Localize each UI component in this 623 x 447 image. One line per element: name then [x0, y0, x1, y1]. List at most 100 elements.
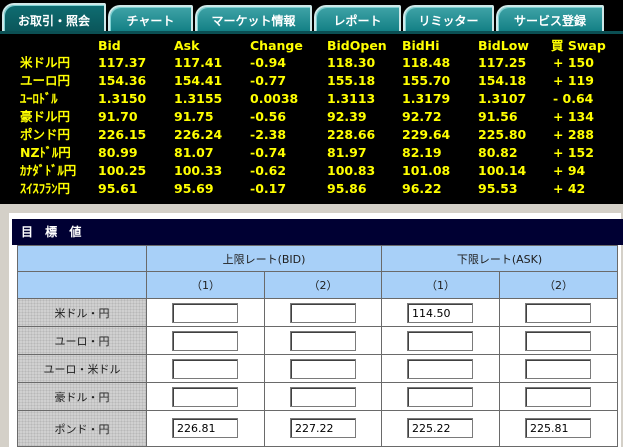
usdjpy-upper-1-input[interactable]	[172, 303, 238, 323]
eurjpy-upper-2-input[interactable]	[290, 331, 356, 351]
rate-bidhi: 96.22	[402, 181, 442, 196]
tab-report[interactable]: レポート	[314, 5, 401, 32]
rate-bidopen: 92.39	[327, 109, 367, 124]
rate-row-cadjpy[interactable]: ｶﾅﾀﾞﾄﾞﾙ円 100.25 100.33 -0.62 100.83 101.…	[0, 162, 623, 180]
col-header-change: Change	[250, 38, 303, 53]
audjpy-upper-2-input[interactable]	[290, 387, 356, 407]
col-header-bid: Bid	[98, 38, 121, 53]
target-pair-usdjpy: 米ドル・円	[17, 298, 147, 327]
rate-row-nzdjpy[interactable]: NZﾄﾞﾙ円 80.99 81.07 -0.74 81.97 82.19 80.…	[0, 144, 623, 162]
rate-bid: 226.15	[98, 127, 147, 142]
rate-bidhi: 155.70	[402, 73, 451, 88]
rate-bidopen: 100.83	[327, 163, 376, 178]
target-pair-audjpy: 豪ドル・円	[17, 382, 147, 411]
rate-swap: + 288	[553, 127, 594, 142]
rate-bidopen: 81.97	[327, 145, 367, 160]
target-title-bar: 目 標 値	[12, 219, 623, 245]
rate-bidhi: 118.48	[402, 55, 451, 70]
rate-swap: + 152	[553, 145, 594, 160]
rate-bid: 91.70	[98, 109, 138, 124]
usdjpy-upper-2-input[interactable]	[290, 303, 356, 323]
audjpy-lower-2-input[interactable]	[525, 387, 591, 407]
rate-pair: ｽｲｽﾌﾗﾝ円	[20, 181, 71, 196]
usdjpy-lower-2-input[interactable]	[525, 303, 591, 323]
col-header-swap: 買 Swap	[551, 38, 606, 53]
col-header-bidhi: BidHi	[402, 38, 440, 53]
audjpy-upper-1-input[interactable]	[172, 387, 238, 407]
eurjpy-upper-1-input[interactable]	[172, 331, 238, 351]
rate-row-eurusd[interactable]: ﾕｰﾛﾄﾞﾙ 1.3150 1.3155 0.0038 1.3113 1.317…	[0, 90, 623, 108]
rate-bidopen: 155.18	[327, 73, 376, 88]
col-header-bidlow: BidLow	[478, 38, 529, 53]
rate-swap: - 0.64	[553, 91, 594, 106]
tab-bar: お取引・照会 チャート マーケット情報 レポート リミッター サービス登録	[0, 0, 623, 34]
rate-bid: 95.61	[98, 181, 138, 196]
gbpjpy-upper-1-input[interactable]	[172, 418, 238, 438]
usdjpy-lower-1-input[interactable]	[407, 303, 473, 323]
eurjpy-lower-1-input[interactable]	[407, 331, 473, 351]
eurusd-upper-1-input[interactable]	[172, 359, 238, 379]
rate-change: -0.62	[250, 163, 287, 178]
rate-ask: 1.3155	[174, 91, 223, 106]
rate-bidhi: 92.72	[402, 109, 442, 124]
eurusd-lower-2-input[interactable]	[525, 359, 591, 379]
rate-ask: 100.33	[174, 163, 223, 178]
rate-pair: ユーロ円	[20, 73, 71, 88]
gbpjpy-lower-2-input[interactable]	[525, 418, 591, 438]
rate-ask: 154.41	[174, 73, 223, 88]
rate-swap: + 42	[553, 181, 586, 196]
rate-bidlow: 1.3107	[478, 91, 527, 106]
rate-pair: ポンド円	[20, 127, 71, 142]
rate-bidopen: 228.66	[327, 127, 376, 142]
lower-rate-header: 下限レート(ASK)	[381, 245, 618, 272]
target-pair-eurjpy: ユーロ・円	[17, 326, 147, 355]
rate-header-row: Bid Ask Change BidOpen BidHi BidLow 買 Sw…	[0, 37, 623, 55]
tab-trading[interactable]: お取引・照会	[2, 3, 106, 34]
lower-sub-header-2: （2）	[499, 271, 618, 299]
rate-change: -0.56	[250, 109, 287, 124]
rate-change: -0.17	[250, 181, 287, 196]
target-pair-gbpjpy: ポンド・円	[17, 410, 147, 447]
rate-bid: 1.3150	[98, 91, 147, 106]
rate-bidlow: 117.25	[478, 55, 527, 70]
tab-limiter[interactable]: リミッター	[403, 5, 494, 32]
rate-pair: 豪ドル円	[20, 109, 71, 124]
col-header-ask: Ask	[174, 38, 200, 53]
rate-bid: 80.99	[98, 145, 138, 160]
rate-row-usdjpy[interactable]: 米ドル円 117.37 117.41 -0.94 118.30 118.48 1…	[0, 54, 623, 72]
rate-pair: NZﾄﾞﾙ円	[20, 145, 71, 160]
audjpy-lower-1-input[interactable]	[407, 387, 473, 407]
gbpjpy-upper-2-input[interactable]	[290, 418, 356, 438]
gbpjpy-lower-1-input[interactable]	[407, 418, 473, 438]
rate-bid: 117.37	[98, 55, 147, 70]
rate-bidopen: 1.3113	[327, 91, 376, 106]
upper-rate-header: 上限レート(BID)	[146, 245, 382, 272]
eurusd-upper-2-input[interactable]	[290, 359, 356, 379]
rate-row-gbpjpy[interactable]: ポンド円 226.15 226.24 -2.38 228.66 229.64 2…	[0, 126, 623, 144]
rate-bidlow: 225.80	[478, 127, 527, 142]
rate-row-audjpy[interactable]: 豪ドル円 91.70 91.75 -0.56 92.39 92.72 91.56…	[0, 108, 623, 126]
rate-bid: 100.25	[98, 163, 147, 178]
tab-chart[interactable]: チャート	[108, 5, 193, 32]
rate-bidhi: 101.08	[402, 163, 451, 178]
rate-ask: 117.41	[174, 55, 223, 70]
rate-swap: + 150	[553, 55, 594, 70]
tab-market-info[interactable]: マーケット情報	[195, 5, 312, 32]
lower-sub-header-1: （1）	[381, 271, 500, 299]
rate-pair: 米ドル円	[20, 55, 71, 70]
rate-bidlow: 100.14	[478, 163, 527, 178]
rate-bidopen: 118.30	[327, 55, 376, 70]
eurjpy-lower-2-input[interactable]	[525, 331, 591, 351]
rate-change: -0.74	[250, 145, 287, 160]
rate-row-chfjpy[interactable]: ｽｲｽﾌﾗﾝ円 95.61 95.69 -0.17 95.86 96.22 95…	[0, 180, 623, 198]
rate-bid: 154.36	[98, 73, 147, 88]
rate-swap: + 119	[553, 73, 594, 88]
rate-ask: 81.07	[174, 145, 214, 160]
eurusd-lower-1-input[interactable]	[407, 359, 473, 379]
rate-row-eurjpy[interactable]: ユーロ円 154.36 154.41 -0.77 155.18 155.70 1…	[0, 72, 623, 90]
tab-service-registration[interactable]: サービス登録	[496, 5, 604, 32]
rate-bidopen: 95.86	[327, 181, 367, 196]
rate-pair: ｶﾅﾀﾞﾄﾞﾙ円	[20, 163, 77, 178]
rate-bidhi: 1.3179	[402, 91, 451, 106]
col-header-bidopen: BidOpen	[327, 38, 387, 53]
